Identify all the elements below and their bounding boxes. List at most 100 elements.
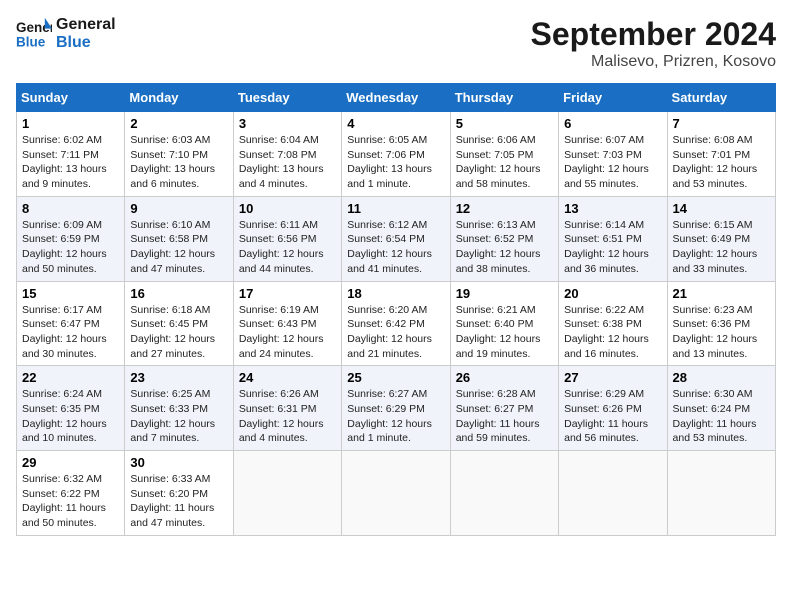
day-number: 12 — [456, 201, 553, 216]
calendar-cell: 2Sunrise: 6:03 AM Sunset: 7:10 PM Daylig… — [125, 112, 233, 197]
day-info: Sunrise: 6:32 AM Sunset: 6:22 PM Dayligh… — [22, 472, 119, 531]
day-info: Sunrise: 6:25 AM Sunset: 6:33 PM Dayligh… — [130, 387, 227, 446]
day-info: Sunrise: 6:13 AM Sunset: 6:52 PM Dayligh… — [456, 218, 553, 277]
weekday-header-wednesday: Wednesday — [342, 84, 450, 112]
day-number: 26 — [456, 370, 553, 385]
day-info: Sunrise: 6:14 AM Sunset: 6:51 PM Dayligh… — [564, 218, 661, 277]
day-number: 17 — [239, 286, 336, 301]
day-info: Sunrise: 6:06 AM Sunset: 7:05 PM Dayligh… — [456, 133, 553, 192]
calendar-cell: 4 Sunrise: 6:05 AM Sunset: 7:06 PM Daylig… — [342, 112, 450, 197]
calendar-cell: 29 Sunrise: 6:32 AM Sunset: 6:22 PM Dayli… — [17, 451, 125, 536]
calendar-cell: 20 Sunrise: 6:22 AM Sunset: 6:38 PM Dayli… — [559, 281, 667, 366]
day-info: Sunrise: 6:30 AM Sunset: 6:24 PM Dayligh… — [673, 387, 770, 446]
day-number: 11 — [347, 201, 444, 216]
calendar-cell: 9 Sunrise: 6:10 AM Sunset: 6:58 PM Daylig… — [125, 196, 233, 281]
day-number: 25 — [347, 370, 444, 385]
logo-icon: General Blue — [16, 16, 52, 52]
calendar-cell: 13 Sunrise: 6:14 AM Sunset: 6:51 PM Dayli… — [559, 196, 667, 281]
day-info: Sunrise: 6:20 AM Sunset: 6:42 PM Dayligh… — [347, 303, 444, 362]
day-info: Sunrise: 6:18 AM Sunset: 6:45 PM Dayligh… — [130, 303, 227, 362]
day-info: Sunrise: 6:10 AM Sunset: 6:58 PM Dayligh… — [130, 218, 227, 277]
calendar-cell — [342, 451, 450, 536]
day-number: 18 — [347, 286, 444, 301]
calendar-cell: 24Sunrise: 6:26 AM Sunset: 6:31 PM Dayli… — [233, 366, 341, 451]
day-info: Sunrise: 6:04 AM Sunset: 7:08 PM Dayligh… — [239, 133, 336, 192]
day-info: Sunrise: 6:21 AM Sunset: 6:40 PM Dayligh… — [456, 303, 553, 362]
calendar-cell — [233, 451, 341, 536]
calendar-cell: 30 Sunrise: 6:33 AM Sunset: 6:20 PM Dayli… — [125, 451, 233, 536]
day-info: Sunrise: 6:07 AM Sunset: 7:03 PM Dayligh… — [564, 133, 661, 192]
calendar-cell — [450, 451, 558, 536]
calendar-cell: 8 Sunrise: 6:09 AM Sunset: 6:59 PM Daylig… — [17, 196, 125, 281]
day-info: Sunrise: 6:33 AM Sunset: 6:20 PM Dayligh… — [130, 472, 227, 531]
calendar-cell: 26 Sunrise: 6:28 AM Sunset: 6:27 PM Dayli… — [450, 366, 558, 451]
weekday-header-friday: Friday — [559, 84, 667, 112]
day-info: Sunrise: 6:08 AM Sunset: 7:01 PM Dayligh… — [673, 133, 770, 192]
day-number: 20 — [564, 286, 661, 301]
calendar-cell: 23 Sunrise: 6:25 AM Sunset: 6:33 PM Dayli… — [125, 366, 233, 451]
logo: General Blue General Blue — [16, 16, 116, 52]
day-info: Sunrise: 6:22 AM Sunset: 6:38 PM Dayligh… — [564, 303, 661, 362]
calendar-cell: 17 Sunrise: 6:19 AM Sunset: 6:43 PM Dayli… — [233, 281, 341, 366]
day-info: Sunrise: 6:02 AM Sunset: 7:11 PM Dayligh… — [22, 133, 119, 192]
day-number: 6 — [564, 116, 661, 131]
day-number: 5 — [456, 116, 553, 131]
month-year-title: September 2024 — [531, 16, 776, 53]
page-header: General Blue General Blue September 2024… — [16, 16, 776, 71]
day-number: 27 — [564, 370, 661, 385]
calendar-week-row: 29 Sunrise: 6:32 AM Sunset: 6:22 PM Dayli… — [17, 451, 776, 536]
calendar-cell — [559, 451, 667, 536]
day-number: 22 — [22, 370, 119, 385]
calendar-cell: 28Sunrise: 6:30 AM Sunset: 6:24 PM Dayli… — [667, 366, 775, 451]
calendar-cell: 10 Sunrise: 6:11 AM Sunset: 6:56 PM Dayli… — [233, 196, 341, 281]
day-number: 29 — [22, 455, 119, 470]
calendar-cell: 11Sunrise: 6:12 AM Sunset: 6:54 PM Dayli… — [342, 196, 450, 281]
weekday-header-row: SundayMondayTuesdayWednesdayThursdayFrid… — [17, 84, 776, 112]
day-info: Sunrise: 6:09 AM Sunset: 6:59 PM Dayligh… — [22, 218, 119, 277]
day-info: Sunrise: 6:29 AM Sunset: 6:26 PM Dayligh… — [564, 387, 661, 446]
calendar-cell: 16Sunrise: 6:18 AM Sunset: 6:45 PM Dayli… — [125, 281, 233, 366]
day-number: 21 — [673, 286, 770, 301]
logo-general: General — [56, 16, 116, 34]
calendar-week-row: 15Sunrise: 6:17 AM Sunset: 6:47 PM Dayli… — [17, 281, 776, 366]
calendar-cell: 6 Sunrise: 6:07 AM Sunset: 7:03 PM Daylig… — [559, 112, 667, 197]
day-number: 30 — [130, 455, 227, 470]
day-info: Sunrise: 6:27 AM Sunset: 6:29 PM Dayligh… — [347, 387, 444, 446]
day-number: 23 — [130, 370, 227, 385]
day-number: 1 — [22, 116, 119, 131]
day-info: Sunrise: 6:05 AM Sunset: 7:06 PM Dayligh… — [347, 133, 444, 192]
calendar-cell: 12 Sunrise: 6:13 AM Sunset: 6:52 PM Dayli… — [450, 196, 558, 281]
calendar-cell: 3Sunrise: 6:04 AM Sunset: 7:08 PM Daylig… — [233, 112, 341, 197]
day-number: 15 — [22, 286, 119, 301]
day-number: 13 — [564, 201, 661, 216]
day-number: 9 — [130, 201, 227, 216]
day-info: Sunrise: 6:28 AM Sunset: 6:27 PM Dayligh… — [456, 387, 553, 446]
weekday-header-saturday: Saturday — [667, 84, 775, 112]
day-info: Sunrise: 6:19 AM Sunset: 6:43 PM Dayligh… — [239, 303, 336, 362]
day-info: Sunrise: 6:23 AM Sunset: 6:36 PM Dayligh… — [673, 303, 770, 362]
calendar-cell: 1 Sunrise: 6:02 AM Sunset: 7:11 PM Daylig… — [17, 112, 125, 197]
weekday-header-monday: Monday — [125, 84, 233, 112]
calendar-cell: 18 Sunrise: 6:20 AM Sunset: 6:42 PM Dayli… — [342, 281, 450, 366]
location-subtitle: Malisevo, Prizren, Kosovo — [531, 53, 776, 71]
day-number: 8 — [22, 201, 119, 216]
calendar-cell: 27 Sunrise: 6:29 AM Sunset: 6:26 PM Dayli… — [559, 366, 667, 451]
title-block: September 2024 Malisevo, Prizren, Kosovo — [531, 16, 776, 71]
day-number: 7 — [673, 116, 770, 131]
calendar-week-row: 8 Sunrise: 6:09 AM Sunset: 6:59 PM Daylig… — [17, 196, 776, 281]
day-info: Sunrise: 6:24 AM Sunset: 6:35 PM Dayligh… — [22, 387, 119, 446]
day-info: Sunrise: 6:11 AM Sunset: 6:56 PM Dayligh… — [239, 218, 336, 277]
svg-text:Blue: Blue — [16, 35, 46, 50]
day-number: 4 — [347, 116, 444, 131]
calendar-cell: 5 Sunrise: 6:06 AM Sunset: 7:05 PM Daylig… — [450, 112, 558, 197]
logo-blue: Blue — [56, 34, 116, 52]
weekday-header-tuesday: Tuesday — [233, 84, 341, 112]
calendar-cell: 15Sunrise: 6:17 AM Sunset: 6:47 PM Dayli… — [17, 281, 125, 366]
calendar-table: SundayMondayTuesdayWednesdayThursdayFrid… — [16, 83, 776, 536]
day-info: Sunrise: 6:03 AM Sunset: 7:10 PM Dayligh… — [130, 133, 227, 192]
day-info: Sunrise: 6:26 AM Sunset: 6:31 PM Dayligh… — [239, 387, 336, 446]
day-number: 10 — [239, 201, 336, 216]
day-number: 14 — [673, 201, 770, 216]
calendar-week-row: 1 Sunrise: 6:02 AM Sunset: 7:11 PM Daylig… — [17, 112, 776, 197]
calendar-cell — [667, 451, 775, 536]
